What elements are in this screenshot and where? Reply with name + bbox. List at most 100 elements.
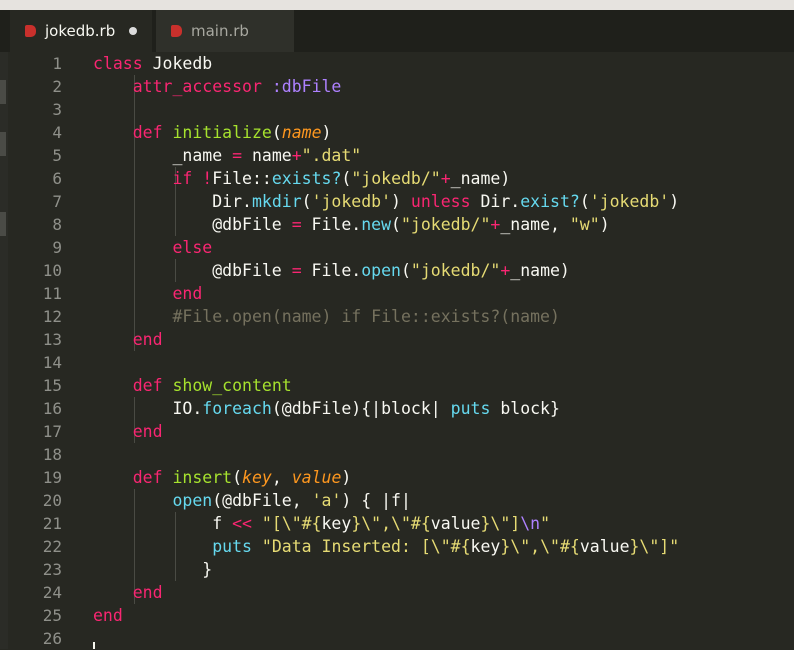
code-token: +: [440, 169, 451, 188]
code-token: value: [579, 537, 630, 556]
code-line[interactable]: @dbFile = File.open("jokedb/"+_name): [93, 259, 570, 282]
code-line[interactable]: end: [93, 604, 123, 627]
tab-label: jokedb.rb: [45, 22, 116, 40]
code-line[interactable]: def initialize(name): [93, 121, 332, 144]
line-number: 23: [42, 560, 62, 579]
code-token: else: [172, 238, 213, 257]
code-token: "Data Inserted: [\"#{: [261, 537, 471, 556]
tab-main[interactable]: main.rb: [156, 10, 294, 52]
line-number: 18: [42, 445, 62, 464]
code-token: (: [391, 215, 401, 234]
code-token: ": [540, 514, 551, 533]
unsaved-dot-icon[interactable]: [129, 27, 138, 35]
code-token: =: [232, 146, 243, 165]
code-line[interactable]: open(@dbFile, 'a') { |f|: [93, 489, 410, 512]
code-line[interactable]: f << "[\"#{key}\",\"#{value}\"]\n": [93, 512, 550, 535]
code-token: ): [341, 468, 352, 487]
code-token: f: [93, 514, 233, 533]
code-token: _name): [450, 169, 511, 188]
code-token: end: [132, 330, 163, 349]
code-token: =: [291, 261, 302, 280]
code-token: insert: [172, 468, 233, 487]
code-token: ): [669, 192, 680, 211]
code-token: 'jokedb': [589, 192, 670, 211]
line-number: 4: [52, 123, 62, 142]
code-token: _name,: [500, 215, 570, 234]
code-line[interactable]: if !File::exists?("jokedb/"+_name): [93, 167, 510, 190]
code-token: end: [93, 606, 123, 625]
code-token: +: [291, 146, 302, 165]
line-number: 14: [42, 353, 62, 372]
tab-jokedb[interactable]: jokedb.rb: [10, 10, 152, 52]
code-token: ): [599, 215, 610, 234]
line-number: 6: [52, 169, 62, 188]
code-line[interactable]: IO.foreach(@dbFile){|block| puts block}: [93, 397, 560, 420]
code-line[interactable]: attr_accessor :dbFile: [93, 75, 342, 98]
code-token: ): [391, 192, 411, 211]
code-token: (@dbFile){|block|: [271, 399, 451, 418]
line-number: 9: [52, 238, 62, 257]
code-line[interactable]: puts "Data Inserted: [\"#{key}\",\"#{val…: [93, 535, 679, 558]
line-number: 12: [42, 307, 62, 326]
code-token: (@dbFile,: [212, 491, 312, 510]
code-token: class: [93, 54, 143, 73]
code-token: foreach: [202, 399, 272, 418]
code-token: end: [132, 583, 163, 602]
code-line[interactable]: _name = name+".dat": [93, 144, 361, 167]
code-token: }\"]: [480, 514, 521, 533]
code-token: block}: [490, 399, 560, 418]
code-token: initialize: [172, 123, 272, 142]
code-line[interactable]: end: [93, 328, 163, 351]
code-token: }\"]": [629, 537, 680, 556]
line-number: 15: [42, 376, 62, 395]
code-line[interactable]: end: [93, 420, 163, 443]
code-line[interactable]: end: [93, 581, 163, 604]
code-token: key: [321, 514, 352, 533]
code-editor[interactable]: class Jokedb attr_accessor :dbFile def i…: [93, 52, 794, 649]
code-token: key: [242, 468, 272, 487]
line-number: 22: [42, 537, 62, 556]
code-token: def: [132, 123, 163, 142]
code-token: IO.: [93, 399, 203, 418]
code-token: (: [341, 169, 352, 188]
line-number: 17: [42, 422, 62, 441]
code-token: (: [400, 261, 411, 280]
line-number: 5: [52, 146, 62, 165]
code-token: def: [132, 376, 163, 395]
code-token: (: [232, 468, 243, 487]
code-line[interactable]: @dbFile = File.new("jokedb/"+_name, "w"): [93, 213, 610, 236]
code-token: def: [132, 468, 163, 487]
code-line[interactable]: def show_content: [93, 374, 292, 397]
code-token: @dbFile: [93, 215, 292, 234]
code-token: if: [172, 169, 193, 188]
line-number: 10: [42, 261, 62, 280]
code-token: key: [470, 537, 501, 556]
code-token: "jokedb/": [351, 169, 441, 188]
line-number: 25: [42, 606, 62, 625]
code-line[interactable]: }: [93, 558, 212, 581]
code-token: (: [301, 192, 312, 211]
code-token: !: [202, 169, 213, 188]
code-token: show_content: [172, 376, 292, 395]
code-line[interactable]: def insert(key, value): [93, 466, 352, 489]
code-line[interactable]: #File.open(name) if File::exists?(name): [93, 305, 559, 328]
code-line[interactable]: class Jokedb: [93, 52, 212, 75]
code-token: Dir.: [470, 192, 521, 211]
code-line[interactable]: Dir.mkdir('jokedb') unless Dir.exist?('j…: [93, 190, 679, 213]
line-number: 24: [42, 583, 62, 602]
line-number: 3: [52, 100, 62, 119]
code-token: 'a': [311, 491, 342, 510]
code-line[interactable]: end: [93, 282, 202, 305]
code-token: (: [579, 192, 590, 211]
code-line[interactable]: else: [93, 236, 212, 259]
